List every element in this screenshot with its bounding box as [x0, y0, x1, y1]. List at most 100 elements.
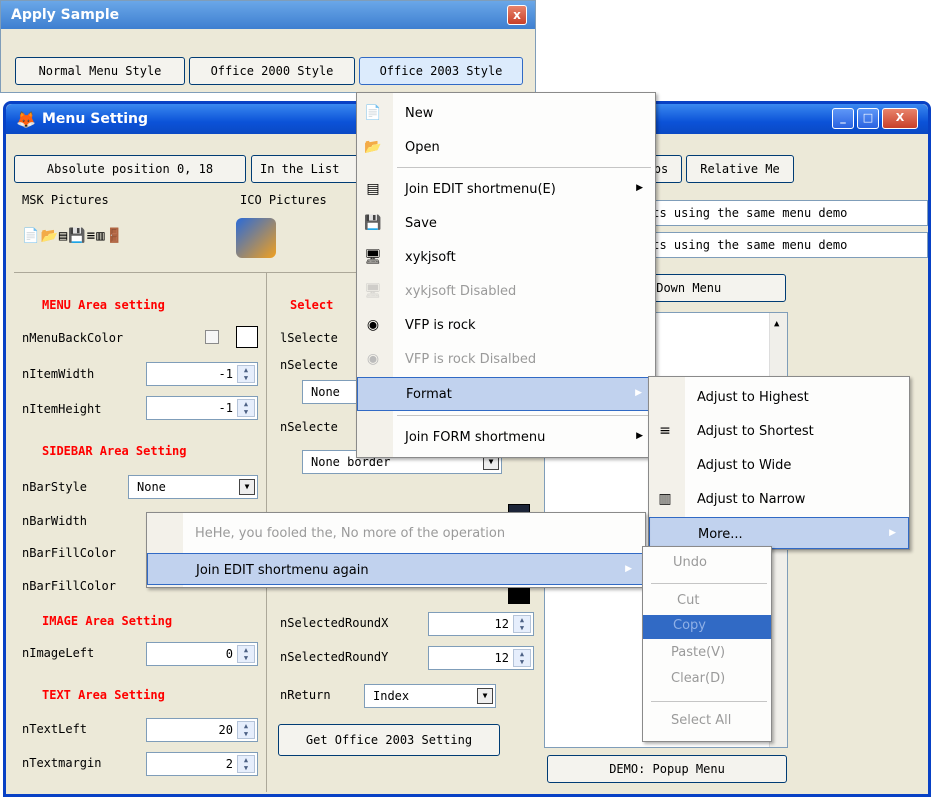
menu-item-label: Save — [405, 216, 437, 231]
popdown-menu-button[interactable]: pDown Menu — [640, 274, 786, 302]
menu-item-label: Undo — [673, 555, 707, 570]
menu-item-adjust-wide[interactable]: Adjust to Wide — [649, 449, 909, 483]
image-area-heading: IMAGE Area Setting — [42, 614, 173, 628]
ico-pictures-label: ICO Pictures — [240, 193, 327, 207]
demo-text-row-2[interactable]: cts using the same menu demo — [640, 232, 928, 258]
menu-item-join-form[interactable]: Join FORM shortmenu ▶ — [357, 421, 655, 455]
nbarstyle-combo[interactable]: None ▼ — [128, 475, 258, 499]
ntextleft-label: nTextLeft — [22, 722, 88, 736]
menu-item-label: Copy — [673, 618, 706, 633]
app-icon: 🖥 — [364, 249, 382, 265]
nmenubackcolor-swatch[interactable] — [236, 326, 258, 348]
menu-item-more[interactable]: More... ▶ — [649, 517, 909, 549]
demo-text-row-1[interactable]: cts using the same menu demo — [640, 200, 928, 226]
nitemwidth-spinner[interactable]: -1 ▲ ▼ — [146, 362, 258, 386]
nreturn-value: Index — [373, 689, 410, 703]
close-icon[interactable]: X — [882, 108, 918, 129]
spinner-arrows-icon[interactable]: ▲ ▼ — [237, 399, 255, 417]
menu-item-label: xykjsoft — [405, 250, 456, 265]
scroll-up-icon[interactable]: ▲ — [774, 319, 779, 329]
nitemheight-label: nItemHeight — [22, 402, 102, 416]
bars-icon: ▥ — [658, 491, 672, 507]
align-icon: ≡ — [86, 228, 97, 244]
menu-item-copy[interactable]: Copy — [643, 615, 771, 639]
spinner-arrows-icon[interactable]: ▲ ▼ — [237, 721, 255, 739]
menu-item-join-edit-again[interactable]: Join EDIT shortmenu again ▶ — [147, 553, 645, 585]
menu-item-join-edit[interactable]: ▤ Join EDIT shortmenu(E) ▶ — [357, 173, 655, 207]
chevron-down-icon[interactable]: ▼ — [239, 479, 255, 495]
msk-icon-strip: 📄📂▤💾≡▥🚪 — [22, 228, 212, 250]
nselectedroundx-label: nSelectedRoundX — [280, 616, 389, 630]
format-submenu: Adjust to Highest ≡ Adjust to Shortest A… — [648, 376, 910, 550]
new-doc-icon: 📄 — [364, 105, 382, 121]
menu-item-open[interactable]: 📂 Open — [357, 131, 655, 165]
menu-item-adjust-narrow[interactable]: ▥ Adjust to Narrow — [649, 483, 909, 517]
close-icon[interactable]: x — [507, 5, 527, 25]
menu-item-save[interactable]: 💾 Save — [357, 207, 655, 241]
menu-item-new[interactable]: 📄 New — [357, 97, 655, 131]
nselected1-label: nSelecte — [280, 358, 338, 372]
menu-item-label: Adjust to Narrow — [697, 492, 806, 507]
in-the-list-button[interactable]: In the List — [251, 155, 361, 183]
maximize-icon[interactable]: □ — [857, 108, 879, 129]
roundy-value: 12 — [494, 651, 509, 665]
demo-popup-menu-button[interactable]: DEMO: Popup Menu — [547, 755, 787, 783]
menu-item-label: Adjust to Wide — [697, 458, 792, 473]
spinner-arrows-icon[interactable]: ▲ ▼ — [513, 615, 531, 633]
menu-item-format[interactable]: Format ▶ — [357, 377, 655, 411]
menu-item-label: Adjust to Shortest — [697, 424, 814, 439]
nbarstyle-label: nBarStyle — [22, 480, 88, 494]
minimize-icon[interactable]: _ — [832, 108, 854, 129]
menu-item-label: VFP is rock — [405, 318, 476, 333]
office-2003-style-button[interactable]: Office 2003 Style — [359, 57, 523, 85]
fox-icon: ◉ — [366, 317, 380, 333]
spinner-arrows-icon[interactable]: ▲ ▼ — [237, 645, 255, 663]
nselectedroundy-spinner[interactable]: 12 ▲ ▼ — [428, 646, 534, 670]
nitemheight-spinner[interactable]: -1 ▲ ▼ — [146, 396, 258, 420]
office-2000-style-button[interactable]: Office 2000 Style — [189, 57, 355, 85]
menu-item-label: Join EDIT shortmenu again — [196, 563, 369, 578]
menu-item-xykjsoft-disabled: 🖥 xykjsoft Disabled — [357, 275, 655, 309]
menu-separator — [651, 701, 767, 702]
menu-item-label: Adjust to Highest — [697, 390, 809, 405]
nbarstyle-value: None — [137, 480, 166, 494]
ntextmargin-spinner[interactable]: 2 ▲ ▼ — [146, 752, 258, 776]
menu-item-label: Select All — [671, 713, 732, 728]
select-area-heading: Select — [290, 298, 334, 312]
new-doc-icon: 📄 — [22, 228, 41, 244]
ntextleft-spinner[interactable]: 20 ▲ ▼ — [146, 718, 258, 742]
spinner-arrows-icon[interactable]: ▲ ▼ — [237, 755, 255, 773]
folder-icon: 📂 — [40, 228, 59, 244]
nimageleft-spinner[interactable]: 0 ▲ ▼ — [146, 642, 258, 666]
fox-icon: 🦊 — [16, 110, 36, 129]
exit-icon: 🚪 — [105, 228, 125, 244]
menu-item-paste: Paste(V) — [643, 639, 771, 667]
menu-item-adjust-highest[interactable]: Adjust to Highest — [649, 381, 909, 415]
menu-item-label: xykjsoft Disabled — [405, 284, 517, 299]
nmenubackcolor-checkbox[interactable] — [205, 330, 219, 344]
nselected1-combo[interactable]: None — [302, 380, 362, 404]
menu-item-label: Clear(D) — [671, 671, 726, 686]
menu-item-vfp-is-rock[interactable]: ◉ VFP is rock — [357, 309, 655, 343]
nselectedroundx-spinner[interactable]: 12 ▲ ▼ — [428, 612, 534, 636]
nitemwidth-value: -1 — [218, 367, 233, 381]
menu-separator — [651, 583, 767, 584]
absolute-position-button[interactable]: Absolute position 0, 18 — [14, 155, 246, 183]
get-office-2003-setting-button[interactable]: Get Office 2003 Setting — [278, 724, 500, 756]
nreturn-combo[interactable]: Index ▼ — [364, 684, 496, 708]
menu-item-clear: Clear(D) — [643, 667, 771, 695]
nbarwidth-label: nBarWidth — [22, 514, 88, 528]
chevron-down-icon[interactable]: ▼ — [477, 688, 493, 704]
sidebar-area-heading: SIDEBAR Area Setting — [42, 444, 187, 458]
relative-menu-button[interactable]: Relative Me — [686, 155, 794, 183]
spinner-arrows-icon[interactable]: ▲ ▼ — [237, 365, 255, 383]
menu-item-cut: Cut — [643, 587, 771, 615]
normal-menu-style-button[interactable]: Normal Menu Style — [15, 57, 185, 85]
submenu-arrow-icon: ▶ — [625, 564, 632, 574]
apply-title-bar[interactable]: Apply Sample x — [1, 1, 535, 29]
menu-item-adjust-shortest[interactable]: ≡ Adjust to Shortest — [649, 415, 909, 449]
menu-item-undo: Undo — [643, 549, 771, 579]
spinner-arrows-icon[interactable]: ▲ ▼ — [513, 649, 531, 667]
text-area-heading: TEXT Area Setting — [42, 688, 165, 702]
menu-item-xykjsoft[interactable]: 🖥 xykjsoft — [357, 241, 655, 275]
